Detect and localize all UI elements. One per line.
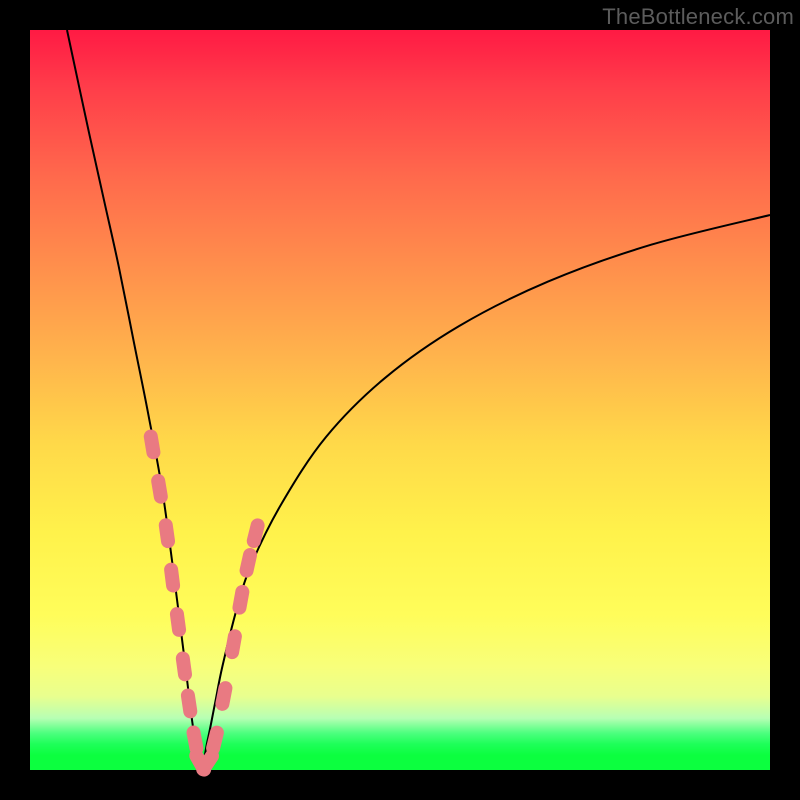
marker-point <box>175 651 193 683</box>
markers-group <box>143 428 266 779</box>
marker-point <box>163 562 181 594</box>
marker-point <box>150 473 169 505</box>
curve-svg <box>30 30 770 770</box>
marker-point <box>143 428 162 460</box>
marker-point <box>180 688 198 720</box>
plot-area <box>30 30 770 770</box>
chart-frame: TheBottleneck.com <box>0 0 800 800</box>
marker-point <box>224 628 243 660</box>
marker-point <box>231 584 250 616</box>
marker-point <box>245 517 266 549</box>
marker-point <box>238 547 258 579</box>
bottleneck-curve <box>67 30 770 770</box>
marker-point <box>169 606 187 638</box>
marker-point <box>214 680 233 712</box>
curve-group <box>67 30 770 770</box>
marker-point <box>158 517 176 549</box>
watermark-text: TheBottleneck.com <box>602 4 794 30</box>
